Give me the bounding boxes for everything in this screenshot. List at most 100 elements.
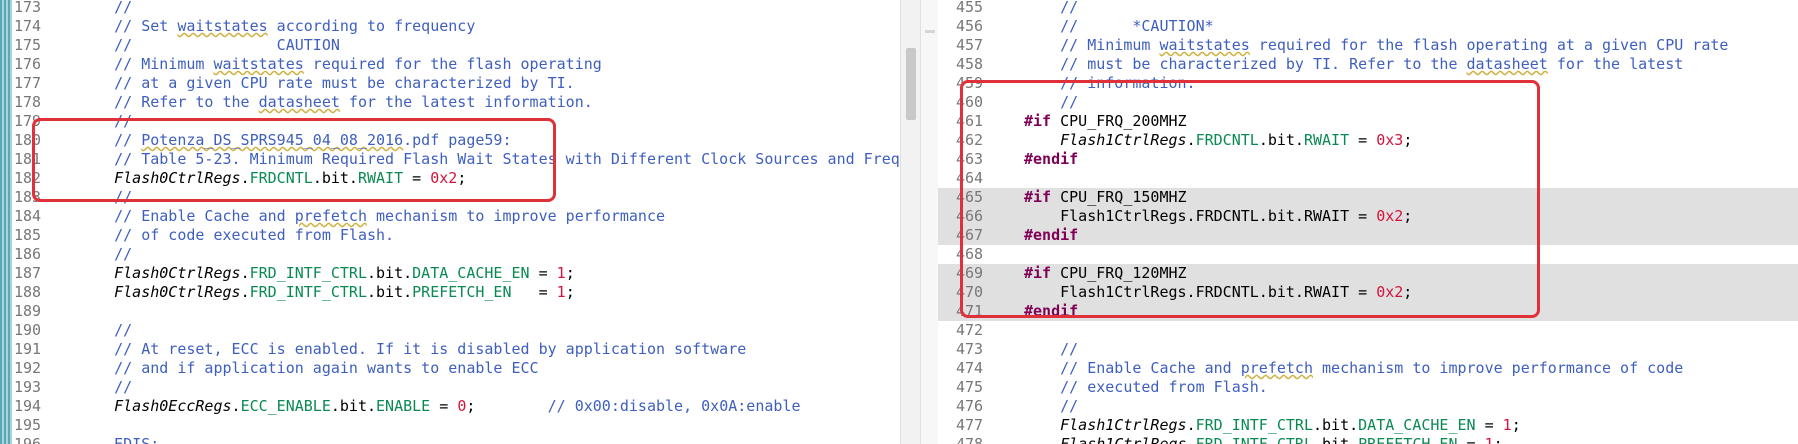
preprocessor-keyword: #if — [1024, 188, 1052, 206]
overview-ruler[interactable] — [920, 0, 940, 444]
code-line[interactable]: 471 #endif — [938, 302, 1798, 321]
code-text: Flash0CtrlRegs.FRDCNTL.bit.RWAIT = 0x2; — [78, 169, 466, 188]
line-number: 475 — [956, 378, 984, 396]
code-line[interactable]: 456 // *CAUTION* — [938, 17, 1798, 36]
code-line[interactable]: 455 // — [938, 0, 1798, 17]
register-struct: Flash0CtrlRegs — [114, 283, 241, 301]
code-text: Flash0CtrlRegs.FRD_INTF_CTRL.bit.PREFETC… — [78, 283, 575, 302]
comment-text: // and if application again wants to ena… — [78, 359, 539, 377]
code-text: #endif — [1024, 226, 1078, 245]
comment-text: // Table 5-23. Minimum Required Flash Wa… — [78, 150, 900, 168]
code-line[interactable]: 459 // information. — [938, 74, 1798, 93]
assign-operator: = — [1475, 416, 1503, 434]
comment-text: // executed from Flash. — [1024, 378, 1268, 396]
code-text: #if CPU_FRQ_150MHZ — [1024, 188, 1187, 207]
comment-text: // *CAUTION* — [1024, 17, 1214, 35]
code-line[interactable]: 478 Flash1CtrlRegs.FRD_INTF_CTRL.bit.PRE… — [938, 435, 1798, 444]
bit-accessor: .bit. — [367, 283, 413, 301]
dot: . — [231, 397, 241, 415]
code-line[interactable]: 460 // — [938, 93, 1798, 112]
code-line[interactable]: 473 // — [938, 340, 1798, 359]
line-number: 461 — [956, 112, 984, 130]
code-text: Flash0CtrlRegs.FRD_INTF_CTRL.bit.DATA_CA… — [78, 264, 575, 283]
scrollbar-thumb[interactable] — [906, 48, 916, 120]
code-text: // — [78, 112, 132, 131]
line-number: 188 — [14, 283, 42, 301]
line-number: 173 — [14, 0, 42, 16]
semicolon: ; — [565, 283, 575, 301]
register-struct: Flash1CtrlRegs — [1060, 416, 1187, 434]
code-text: // Refer to the datasheet for the latest… — [78, 93, 593, 112]
comment-text: // CAUTION — [78, 36, 340, 54]
numeric-literal: 0x3 — [1376, 131, 1404, 149]
code-line[interactable]: 469 #if CPU_FRQ_120MHZ — [938, 264, 1798, 283]
register-struct: Flash1CtrlRegs — [1060, 435, 1187, 444]
comment-text: // information. — [1024, 74, 1196, 92]
code-text: Flash1CtrlRegs.FRDCNTL.bit.RWAIT = 0x3; — [1024, 131, 1412, 150]
assign-operator: = — [430, 397, 458, 415]
preprocessor-keyword: #if — [1024, 264, 1052, 282]
code-line[interactable]: 467 #endif — [938, 226, 1798, 245]
comment-text: // — [1024, 397, 1079, 415]
semicolon: ; — [1511, 416, 1521, 434]
code-text: // — [78, 321, 132, 340]
code-text: #if CPU_FRQ_200MHZ — [1024, 112, 1187, 131]
preprocessor-keyword: #endif — [1024, 302, 1079, 320]
code-line[interactable]: 462 Flash1CtrlRegs.FRDCNTL.bit.RWAIT = 0… — [938, 131, 1798, 150]
code-line[interactable]: 477 Flash1CtrlRegs.FRD_INTF_CTRL.bit.DAT… — [938, 416, 1798, 435]
line-number: 476 — [956, 397, 984, 415]
code-line[interactable]: 466 Flash1CtrlRegs.FRDCNTL.bit.RWAIT = 0… — [938, 207, 1798, 226]
comment-text: // — [1024, 93, 1079, 111]
comment-text: // at a given CPU rate must be character… — [78, 74, 575, 92]
semicolon: ; — [565, 264, 575, 282]
comment-text: // Refer to the datasheet for the latest… — [78, 93, 593, 111]
dot: . — [240, 264, 250, 282]
code-line[interactable]: 465 #if CPU_FRQ_150MHZ — [938, 188, 1798, 207]
bit-accessor: .bit. — [312, 169, 358, 187]
register-struct: Flash0EccRegs — [114, 397, 232, 415]
line-number: 462 — [956, 131, 984, 149]
code-line[interactable]: 474 // Enable Cache and prefetch mechani… — [938, 359, 1798, 378]
line-number: 478 — [956, 435, 984, 444]
inactive-statement: Flash1CtrlRegs.FRDCNTL.bit.RWAIT = — [1060, 207, 1377, 225]
code-line[interactable]: 470 Flash1CtrlRegs.FRDCNTL.bit.RWAIT = 0… — [938, 283, 1798, 302]
semicolon: ; — [1403, 131, 1413, 149]
assign-operator: = — [511, 283, 557, 301]
code-line[interactable]: 472 — [938, 321, 1798, 340]
code-text: #endif — [1024, 302, 1078, 321]
line-number: 463 — [956, 150, 984, 168]
code-line[interactable]: 468 — [938, 245, 1798, 264]
code-text: // information. — [1024, 74, 1196, 93]
code-line[interactable]: 475 // executed from Flash. — [938, 378, 1798, 397]
code-text: // At reset, ECC is enabled. If it is di… — [78, 340, 746, 359]
code-text: // Enable Cache and prefetch mechanism t… — [78, 207, 665, 226]
line-number: 181 — [14, 150, 42, 168]
code-text: // CAUTION — [78, 36, 340, 55]
code-line[interactable]: 464 — [938, 169, 1798, 188]
line-number: 471 — [956, 302, 984, 320]
code-line[interactable]: 476 // — [938, 397, 1798, 416]
register-struct: Flash0CtrlRegs — [114, 169, 241, 187]
line-number: 460 — [956, 93, 984, 111]
code-line[interactable]: 463 #endif — [938, 150, 1798, 169]
numeric-literal: 0x2 — [1376, 207, 1404, 225]
right-code-editor[interactable]: 455 //456 // *CAUTION* 457 // Minimum wai… — [938, 0, 1798, 444]
line-number: 185 — [14, 226, 42, 244]
left-code-editor[interactable]: 173 // 174 // Set waitstates according to… — [0, 0, 900, 444]
code-line[interactable]: 458 // must be characterized by TI. Refe… — [938, 55, 1798, 74]
bit-accessor: .bit. — [330, 397, 377, 415]
comment-text: // Minimum waitstates required for the f… — [1024, 36, 1729, 54]
assign-operator: = — [1457, 435, 1485, 444]
code-line[interactable]: 461 #if CPU_FRQ_200MHZ — [938, 112, 1798, 131]
left-vertical-scrollbar[interactable] — [900, 0, 921, 444]
comment-text: // must be characterized by TI. Refer to… — [1024, 55, 1684, 73]
line-number: 474 — [956, 359, 984, 377]
numeric-literal: 0 — [457, 397, 467, 415]
bit-field: PREFETCH_EN — [412, 283, 512, 301]
code-line[interactable]: 457 // Minimum waitstates required for t… — [938, 36, 1798, 55]
